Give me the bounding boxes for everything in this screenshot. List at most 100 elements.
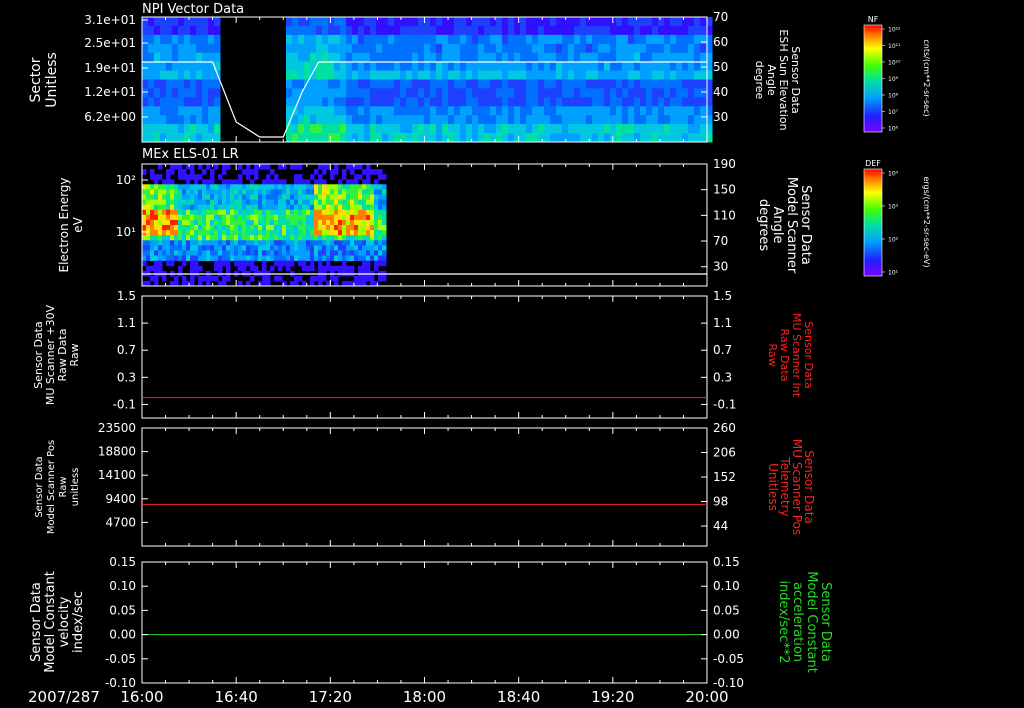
heatmap-cell <box>370 194 375 201</box>
heatmap-cell <box>310 230 315 236</box>
heatmap-cell <box>326 260 331 267</box>
heatmap-cell <box>382 43 389 54</box>
heatmap-cell <box>490 79 497 89</box>
heatmap-cell <box>334 17 341 27</box>
heatmap-cell <box>166 240 171 246</box>
heatmap-cell <box>166 194 171 201</box>
heatmap-cell <box>388 70 395 80</box>
heatmap-cell <box>314 189 319 195</box>
heatmap-cell <box>230 209 235 216</box>
heatmap-cell <box>196 124 203 134</box>
heatmap-cell <box>278 265 283 272</box>
heatmap-cell <box>162 179 167 185</box>
heatmap-cell <box>328 115 335 125</box>
heatmap-cell <box>226 240 231 246</box>
heatmap-cell <box>170 219 175 226</box>
heatmap-cell <box>342 169 347 175</box>
heatmap-cell <box>370 275 375 282</box>
heatmap-cell <box>142 70 149 80</box>
heatmap-cell <box>598 52 605 63</box>
heatmap-cell <box>460 43 467 54</box>
heatmap-cell <box>148 115 155 125</box>
heatmap-cell <box>250 209 255 216</box>
heatmap-cell <box>142 106 149 116</box>
heatmap-cell <box>334 97 341 107</box>
heatmap-cell <box>388 79 395 89</box>
heatmap-cell <box>454 115 461 125</box>
heatmap-cell <box>520 88 527 98</box>
heatmap-cell <box>266 199 271 206</box>
colorbar-tick-label: 10⁶ <box>888 126 899 133</box>
heatmap-cell <box>646 88 653 98</box>
heatmap-cell <box>326 235 331 241</box>
heatmap-cell <box>226 184 231 190</box>
heatmap-cell <box>490 124 497 134</box>
heatmap-cell <box>346 235 351 241</box>
heatmap-cell <box>374 169 379 175</box>
heatmap-cell <box>298 124 305 134</box>
heatmap-cell <box>198 255 203 262</box>
heatmap-cell <box>364 124 371 134</box>
heatmap-cell <box>382 204 387 211</box>
heatmap-cell <box>142 255 147 262</box>
heatmap-cell <box>318 204 323 211</box>
heatmap-cell <box>262 179 267 185</box>
heatmap-cell <box>258 189 263 195</box>
heatmap-cell <box>166 199 171 206</box>
heatmap-cell <box>306 225 311 231</box>
heatmap-cell <box>514 133 521 143</box>
heatmap-cell <box>318 189 323 195</box>
heatmap-cell <box>532 70 539 80</box>
heatmap-cell <box>334 225 339 231</box>
heatmap-cell <box>466 70 473 80</box>
heatmap-cell <box>190 214 195 221</box>
heatmap-cell <box>294 214 299 221</box>
heatmap-cell <box>634 106 641 116</box>
heatmap-cell <box>502 17 509 27</box>
heatmap-cell <box>158 260 163 267</box>
heatmap-cell <box>688 70 695 80</box>
heatmap-cell <box>186 214 191 221</box>
colorbar-def-title: DEF <box>865 159 881 168</box>
heatmap-cell <box>342 209 347 216</box>
heatmap-cell <box>278 250 283 256</box>
heatmap-cell <box>652 106 659 116</box>
heatmap-cell <box>556 124 563 134</box>
heatmap-cell <box>346 250 351 256</box>
heatmap-cell <box>234 219 239 226</box>
heatmap-cell <box>544 79 551 89</box>
heatmap-cell <box>388 106 395 116</box>
heatmap-cell <box>206 255 211 262</box>
heatmap-cell <box>436 70 443 80</box>
heatmap-cell <box>334 52 341 63</box>
heatmap-cell <box>222 260 227 267</box>
heatmap-cell <box>362 179 367 185</box>
heatmap-cell <box>374 189 379 195</box>
heatmap-cell <box>544 124 551 134</box>
heatmap-cell <box>190 17 197 27</box>
heatmap-cell <box>316 61 323 71</box>
heatmap-cell <box>154 265 159 272</box>
heatmap-cell <box>190 61 197 71</box>
heatmap-cell <box>298 34 305 45</box>
heatmap-cell <box>350 219 355 226</box>
heatmap-cell <box>586 43 593 54</box>
heatmap-cell <box>604 61 611 71</box>
heatmap-cell <box>218 235 223 241</box>
heatmap-cell <box>274 275 279 282</box>
heatmap-cell <box>214 245 219 251</box>
heatmap-cell <box>294 204 299 211</box>
heatmap-cell <box>442 97 449 107</box>
heatmap-cell <box>218 209 223 216</box>
heatmap-cell <box>142 225 147 231</box>
y-tick-label-right: 44 <box>713 519 728 533</box>
panel-scanner-raw-right-axis: 1.51.10.70.3-0.1 <box>701 289 736 411</box>
heatmap-cell <box>376 43 383 54</box>
heatmap-cell <box>442 115 449 125</box>
heatmap-cell <box>292 61 299 71</box>
heatmap-cell <box>340 61 347 71</box>
heatmap-cell <box>484 79 491 89</box>
heatmap-cell <box>526 17 533 27</box>
heatmap-cell <box>688 25 695 36</box>
heatmap-cell <box>318 214 323 221</box>
